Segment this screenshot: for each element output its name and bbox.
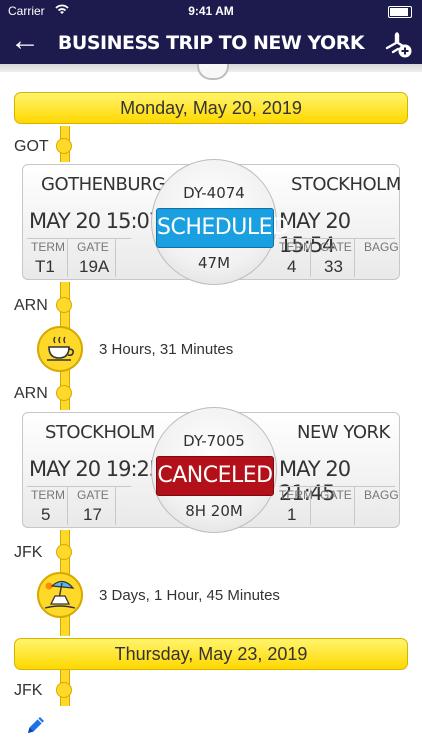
flight-card[interactable]: GOTHENBURG MAY 20 15:07 TERM GATE T1 19A… — [22, 159, 401, 285]
airport-code-jfk: JFK — [14, 682, 43, 699]
gate-label: GATE — [320, 240, 352, 254]
airport-code-arn: ARN — [14, 297, 48, 314]
departure-datetime: MAY 20 15:07 — [29, 209, 162, 233]
arrival-gate: 33 — [324, 257, 343, 276]
pull-down-handle[interactable] — [197, 64, 229, 80]
flight-duration: 8H 20M — [185, 502, 243, 520]
airport-code-arn: ARN — [14, 385, 48, 402]
bagg-label: BAGG — [364, 240, 399, 254]
date-header-start: Monday, May 20, 2019 — [14, 92, 408, 124]
layover-duration: 3 Days, 1 Hour, 45 Minutes — [99, 587, 280, 604]
arrival-city: STOCKHOLM — [291, 174, 401, 195]
flight-duration: 47M — [197, 254, 231, 272]
coffee-cup-icon — [37, 326, 83, 372]
flight-info-circle: DY-7005 CANCELED 8H 20M — [151, 407, 277, 533]
departure-terminal: T1 — [35, 257, 55, 276]
term-label: TERM — [279, 488, 313, 502]
add-flight-icon[interactable] — [384, 30, 412, 58]
flight-info-circle: DY-4074 SCHEDULED 47M — [151, 159, 289, 285]
arrival-city: NEW YORK — [297, 422, 390, 443]
departure-city: GOTHENBURG — [41, 174, 166, 195]
clock-time: 9:41 AM — [188, 4, 234, 18]
departure-terminal: 5 — [41, 505, 51, 524]
status-badge-canceled: CANCELED — [156, 456, 274, 496]
arrival-terminal: 4 — [287, 257, 297, 276]
departure-gate: 17 — [83, 505, 102, 524]
departure-datetime: MAY 20 19:25 — [29, 457, 162, 481]
status-bar: Carrier 9:41 AM — [0, 0, 422, 22]
departure-city: STOCKHOLM — [45, 422, 155, 443]
pencil-icon[interactable] — [24, 713, 48, 737]
gate-label: GATE — [320, 488, 352, 502]
departure-gate: 19A — [79, 257, 110, 276]
airport-code-jfk: JFK — [14, 544, 43, 561]
flight-number: DY-4074 — [183, 184, 245, 202]
beach-umbrella-icon — [37, 572, 83, 618]
timeline-node — [56, 544, 72, 560]
term-label: TERM — [31, 488, 65, 502]
page-title: BUSINESS TRIP TO NEW YORK — [57, 32, 365, 54]
timeline-node — [56, 682, 72, 698]
status-badge-scheduled: SCHEDULED — [156, 208, 289, 248]
gate-label: GATE — [77, 488, 109, 502]
gate-label: GATE — [77, 240, 109, 254]
bagg-label: BAGG — [364, 488, 399, 502]
flight-number: DY-7005 — [183, 432, 245, 450]
layover-duration: 3 Hours, 31 Minutes — [99, 341, 234, 358]
timeline-node — [56, 297, 72, 313]
term-label: TERM — [31, 240, 65, 254]
airport-code-got: GOT — [14, 138, 49, 155]
timeline-node — [56, 385, 72, 401]
arrival-terminal: 1 — [287, 505, 297, 524]
navigation-bar: ← BUSINESS TRIP TO NEW YORK — [0, 22, 422, 64]
battery-icon — [388, 6, 412, 18]
term-label: TERM — [279, 240, 313, 254]
timeline-node — [56, 138, 72, 154]
flight-card[interactable]: STOCKHOLM MAY 20 19:25 TERM GATE 5 17 NE… — [22, 407, 400, 533]
date-header-end: Thursday, May 23, 2019 — [14, 638, 408, 670]
